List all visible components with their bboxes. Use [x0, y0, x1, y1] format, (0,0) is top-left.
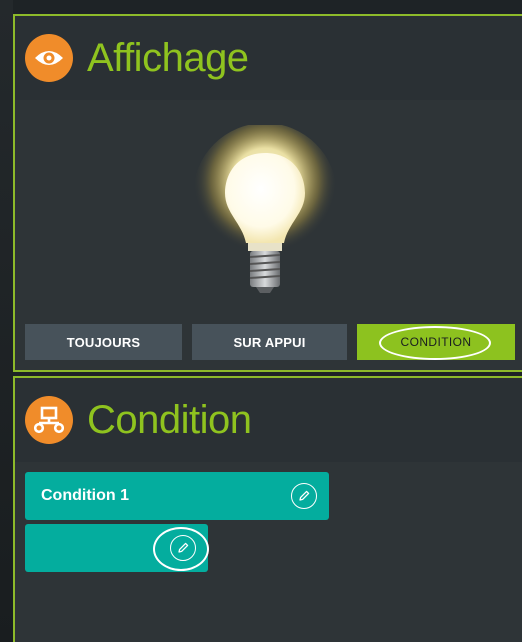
affichage-panel: Affichage TOUJOURS SUR APPUI CONDITION — [13, 14, 522, 372]
pencil-icon[interactable] — [170, 535, 196, 561]
pencil-icon[interactable] — [291, 483, 317, 509]
mode-condition-button[interactable]: CONDITION — [357, 324, 515, 360]
affichage-header: Affichage — [15, 16, 522, 100]
condition-panel: Condition Condition 1 — [13, 376, 522, 642]
left-background-strip — [0, 0, 13, 642]
mode-sur-appui-label: SUR APPUI — [233, 334, 306, 350]
condition-item-label: Condition 1 — [41, 487, 129, 504]
mode-condition-label: CONDITION — [400, 335, 472, 349]
condition-body: Condition 1 — [15, 462, 522, 642]
mode-toujours-label: TOUJOURS — [66, 334, 141, 350]
lightbulb-icon — [190, 123, 340, 305]
condition-item[interactable]: Condition 1 — [25, 472, 329, 520]
affichage-title: Affichage — [87, 35, 249, 80]
eye-icon — [25, 34, 73, 82]
mode-sur-appui-button[interactable]: SUR APPUI — [192, 324, 347, 360]
flowchart-icon — [25, 396, 73, 444]
condition-header: Condition — [15, 378, 522, 462]
affichage-body: TOUJOURS SUR APPUI CONDITION — [15, 100, 522, 370]
condition-title: Condition — [87, 397, 252, 442]
mode-toujours-button[interactable]: TOUJOURS — [25, 324, 182, 360]
condition-item[interactable] — [25, 524, 209, 572]
display-mode-selector: TOUJOURS SUR APPUI CONDITION — [25, 324, 515, 360]
